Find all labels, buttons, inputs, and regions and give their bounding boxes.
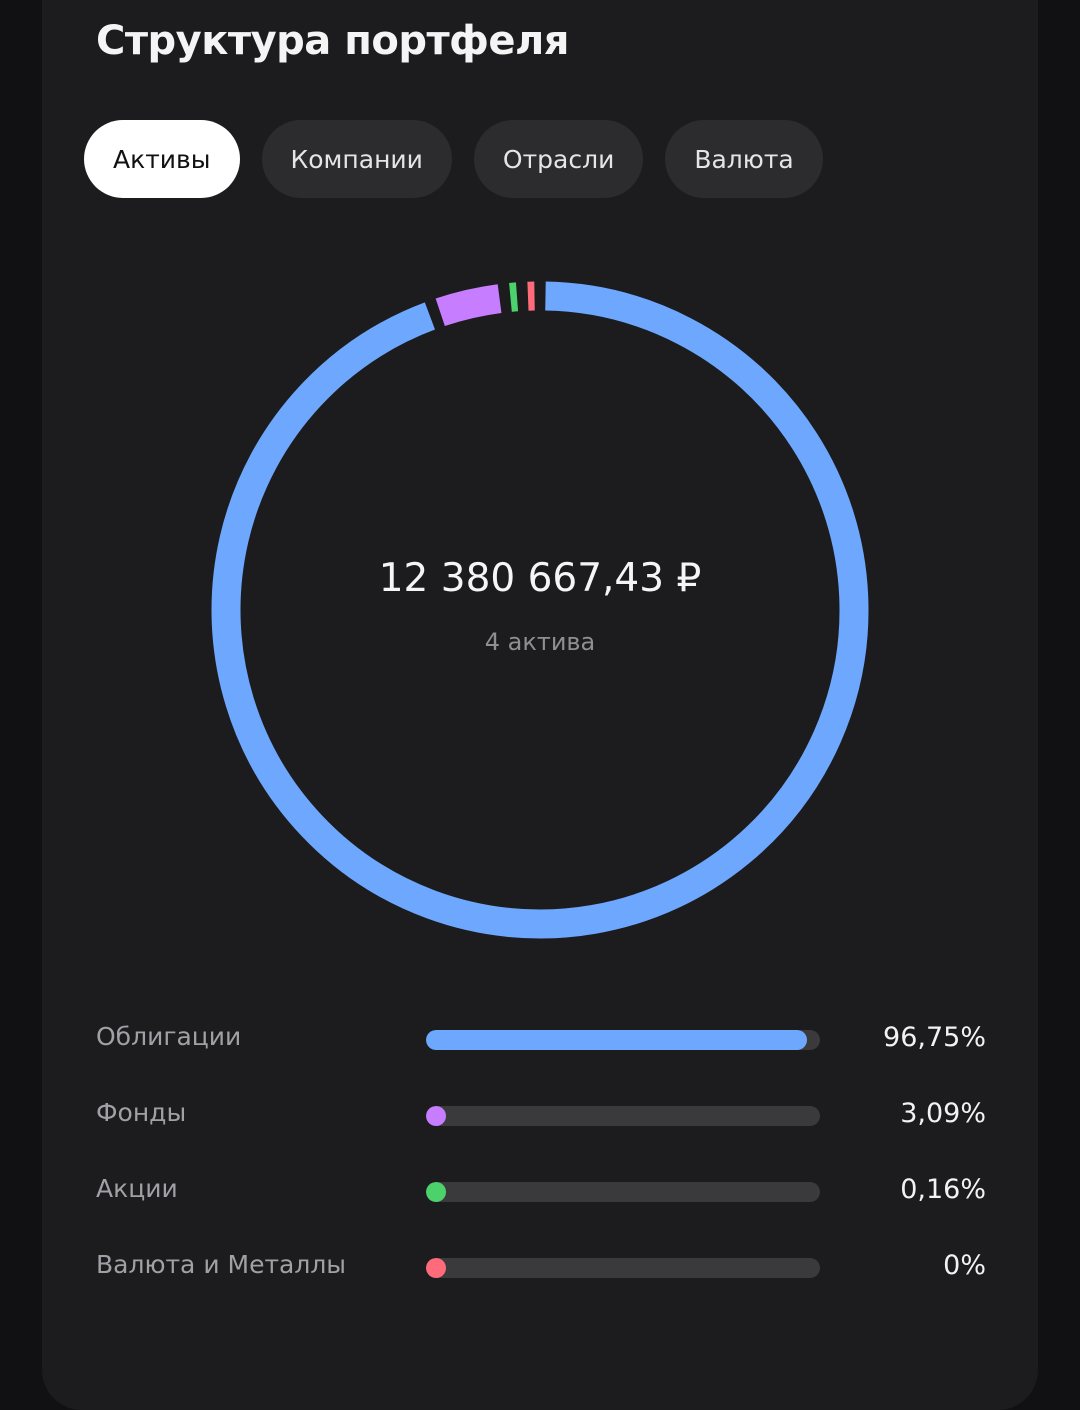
- assets-count: 4 актива: [0, 628, 1080, 656]
- progress-track: [426, 1182, 820, 1202]
- page-title: Структура портфеля: [96, 18, 569, 64]
- tab-companies[interactable]: Компании: [262, 120, 452, 198]
- progress-fill-stocks: [426, 1182, 446, 1202]
- tab-industries[interactable]: Отрасли: [474, 120, 643, 198]
- portfolio-total: 12 380 667,43 ₽: [0, 556, 1080, 601]
- progress-fill-bonds: [426, 1030, 807, 1050]
- tab-bar: Активы Компании Отрасли Валюта: [84, 120, 823, 198]
- donut-chart-svg: [210, 280, 870, 940]
- progress-fill-funds: [426, 1106, 446, 1126]
- legend-label: Облигации: [96, 1022, 241, 1051]
- legend-percent: 0%: [943, 1250, 986, 1281]
- progress-track: [426, 1258, 820, 1278]
- tab-currency[interactable]: Валюта: [665, 120, 822, 198]
- allocation-legend: Облигации 96,75% Фонды 3,09% Акции 0,16%…: [96, 1010, 986, 1314]
- legend-percent: 0,16%: [900, 1174, 986, 1205]
- donut-chart: [210, 280, 870, 940]
- legend-percent: 96,75%: [883, 1022, 986, 1053]
- legend-label: Фонды: [96, 1098, 186, 1127]
- donut-segment-2: [510, 297, 517, 298]
- legend-row-stocks[interactable]: Акции 0,16%: [96, 1162, 986, 1238]
- legend-row-currency-metals[interactable]: Валюта и Металлы 0%: [96, 1238, 986, 1314]
- legend-row-funds[interactable]: Фонды 3,09%: [96, 1086, 986, 1162]
- donut-segment-0: [226, 296, 854, 924]
- legend-label: Акции: [96, 1174, 178, 1203]
- progress-track: [426, 1030, 820, 1050]
- legend-percent: 3,09%: [900, 1098, 986, 1129]
- progress-track: [426, 1106, 820, 1126]
- tab-assets[interactable]: Активы: [84, 120, 240, 198]
- donut-segment-1: [440, 299, 499, 313]
- progress-fill-currency-metals: [426, 1258, 446, 1278]
- legend-label: Валюта и Металлы: [96, 1250, 346, 1279]
- legend-row-bonds[interactable]: Облигации 96,75%: [96, 1010, 986, 1086]
